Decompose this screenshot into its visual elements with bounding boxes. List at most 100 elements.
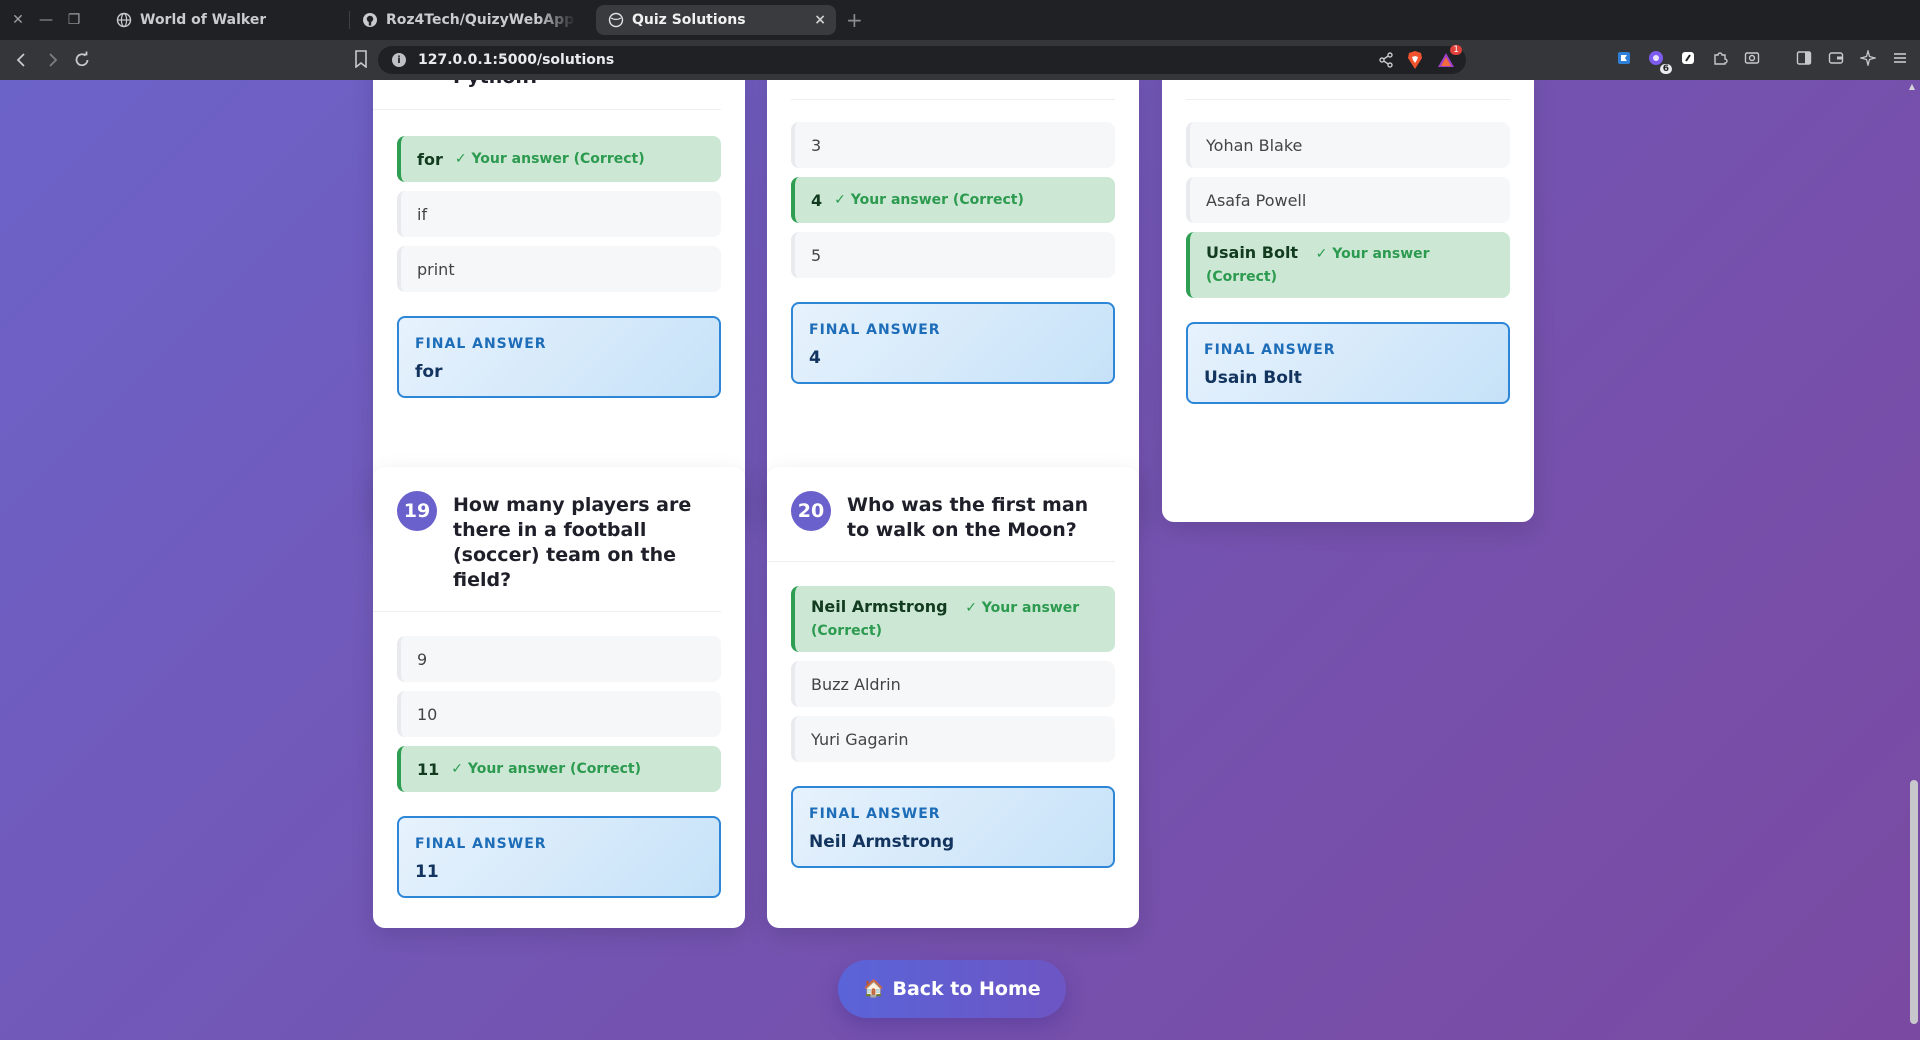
final-answer-label: FINAL ANSWER	[1204, 342, 1336, 358]
question-text: How many players are there in a football…	[453, 494, 692, 591]
brave-shield-icon[interactable]	[1406, 50, 1424, 74]
close-tab-icon[interactable]: ×	[814, 12, 826, 28]
answer-option: 4 ✓ Your answer (Correct)	[791, 177, 1115, 223]
wallet-icon[interactable]	[1826, 48, 1846, 68]
final-answer-label: FINAL ANSWER	[415, 336, 547, 352]
option-text: Yohan Blake	[1206, 135, 1303, 155]
tab-github-repo[interactable]: Roz4Tech/QuizyWebApp:	[350, 5, 594, 35]
final-answer-value: for	[415, 362, 443, 382]
question-card: 3 4 ✓ Your answer (Correct) 5 FINAL ANSW…	[767, 80, 1139, 522]
url-text[interactable]: 127.0.0.1:5000/solutions	[418, 52, 614, 68]
option-text: Asafa Powell	[1206, 190, 1307, 210]
browser-toolbar: i 127.0.0.1:5000/solutions 1 6	[0, 40, 1920, 80]
final-answer-box: FINAL ANSWER Usain Bolt	[1186, 322, 1510, 404]
answer-option: Neil Armstrong ✓ Your answer (Correct)	[791, 586, 1115, 652]
scrollbar-thumb[interactable]	[1910, 780, 1918, 1024]
screenshot-icon[interactable]	[1742, 48, 1762, 68]
answer-option: 3	[791, 122, 1115, 168]
final-answer-value: Neil Armstrong	[809, 832, 955, 852]
forward-arrow-icon[interactable]	[40, 48, 64, 72]
answer-option: Yuri Gagarin	[791, 716, 1115, 762]
answer-option: if	[397, 191, 721, 237]
answer-option: Yohan Blake	[1186, 122, 1510, 168]
final-answer-box: FINAL ANSWER for	[397, 316, 721, 398]
extensions-puzzle-icon[interactable]	[1710, 48, 1730, 68]
address-bar[interactable]: i 127.0.0.1:5000/solutions 1	[378, 45, 1466, 74]
final-answer-value: 4	[809, 348, 821, 368]
tab-quiz-solutions[interactable]: Quiz Solutions ×	[596, 5, 836, 35]
answer-option: 5	[791, 232, 1115, 278]
option-text: Usain Bolt	[1206, 243, 1299, 262]
site-info-icon[interactable]: i	[392, 53, 406, 67]
extensions-area: 6	[1614, 48, 1910, 74]
answer-option: for ✓ Your answer (Correct)	[397, 136, 721, 182]
question-card: Yohan Blake Asafa Powell Usain Bolt ✓ Yo…	[1162, 80, 1534, 522]
alert-badge: 1	[1450, 45, 1462, 55]
option-text: if	[417, 204, 428, 224]
puzzle-color-extension-icon[interactable]: 6	[1646, 48, 1672, 74]
option-text: 3	[811, 135, 822, 155]
final-answer-box: FINAL ANSWER 4	[791, 302, 1115, 384]
question-number-badge: 20	[791, 491, 831, 531]
brave-rewards-icon[interactable]: 1	[1436, 45, 1462, 73]
window-minimize-icon[interactable]: —	[34, 8, 58, 32]
option-text: 9	[417, 649, 428, 669]
option-text: 10	[417, 704, 438, 724]
new-tab-button[interactable]: +	[846, 8, 863, 32]
bookmark-icon[interactable]	[354, 50, 368, 69]
globe-icon	[116, 12, 132, 28]
globe-icon	[608, 12, 624, 28]
final-answer-value: Usain Bolt	[1204, 368, 1302, 388]
option-text: 5	[811, 245, 822, 265]
correct-mark: ✓ Your answer (Correct)	[834, 192, 1024, 208]
clipboard-extension-icon[interactable]	[1678, 48, 1698, 68]
option-text: 4	[811, 190, 823, 210]
answer-option: print	[397, 246, 721, 292]
window-restore-icon[interactable]: ❐	[62, 8, 86, 32]
answer-option: Buzz Aldrin	[791, 661, 1115, 707]
extension-count-badge: 6	[1659, 64, 1672, 74]
answer-option: 10	[397, 691, 721, 737]
share-icon[interactable]	[1378, 52, 1394, 72]
menu-icon[interactable]	[1890, 48, 1910, 68]
toolbar-divider	[1774, 48, 1782, 68]
tab-world-of-walker[interactable]: World of Walker	[104, 5, 350, 35]
option-text: for	[417, 149, 443, 169]
page-viewport: Python? for ✓ Your answer (Correct) if p…	[0, 80, 1920, 1040]
answer-option: Usain Bolt ✓ Your answer (Correct)	[1186, 232, 1510, 298]
final-answer-value: 11	[415, 862, 439, 882]
question-number-badge: 19	[397, 491, 437, 531]
question-card: Python? for ✓ Your answer (Correct) if p…	[373, 80, 745, 522]
correct-mark: ✓ Your answer (Correct)	[451, 761, 642, 777]
option-text: Buzz Aldrin	[811, 674, 901, 694]
answer-option: Asafa Powell	[1186, 177, 1510, 223]
option-text: Neil Armstrong	[811, 597, 948, 616]
final-answer-label: FINAL ANSWER	[809, 806, 941, 822]
final-answer-box: FINAL ANSWER 11	[397, 816, 721, 898]
question-text: Who was the first man to walk on the Moo…	[847, 494, 1089, 541]
tab-title: Roz4Tech/QuizyWebApp:	[386, 12, 576, 28]
window-close-icon[interactable]: ✕	[6, 8, 30, 32]
answer-option: 11 ✓ Your answer (Correct)	[397, 746, 721, 792]
tab-strip: ✕ — ❐ World of Walker Roz4Tech/QuizyWebA…	[0, 0, 1920, 40]
sidebar-icon[interactable]	[1794, 48, 1814, 68]
question-card: 19 How many players are there in a footb…	[373, 467, 745, 928]
back-arrow-icon[interactable]	[10, 48, 34, 72]
back-to-home-button[interactable]: 🏠 Back to Home	[838, 960, 1066, 1018]
final-answer-label: FINAL ANSWER	[809, 322, 941, 338]
tab-title: World of Walker	[140, 12, 267, 28]
flag-extension-icon[interactable]	[1614, 48, 1634, 68]
question-card: 20 Who was the first man to walk on the …	[767, 467, 1139, 928]
option-text: print	[417, 259, 455, 279]
scroll-up-arrow-icon[interactable]: ▲	[1906, 82, 1918, 92]
correct-mark: ✓ Your answer (Correct)	[454, 151, 645, 167]
leo-ai-icon[interactable]	[1858, 48, 1878, 68]
option-text: Yuri Gagarin	[811, 729, 909, 749]
tab-title: Quiz Solutions	[632, 12, 746, 28]
reload-icon[interactable]	[70, 48, 94, 72]
final-answer-box: FINAL ANSWER Neil Armstrong	[791, 786, 1115, 868]
option-text: 11	[417, 759, 440, 779]
github-icon	[362, 12, 378, 28]
final-answer-label: FINAL ANSWER	[415, 836, 547, 852]
home-icon: 🏠	[863, 979, 885, 999]
